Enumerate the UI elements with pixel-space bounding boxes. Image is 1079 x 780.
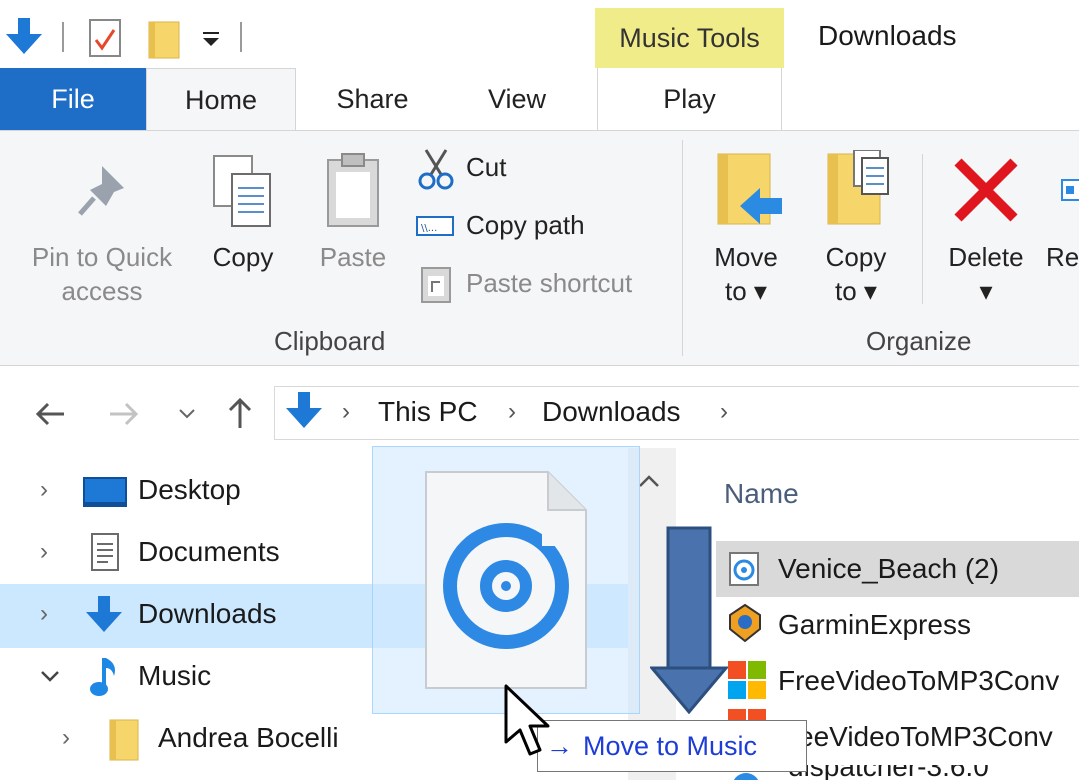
tab-home[interactable]: Home — [146, 68, 296, 132]
expand-chevron-icon[interactable]: › — [40, 600, 48, 628]
tab-file[interactable]: File — [0, 68, 146, 130]
properties-icon[interactable] — [88, 18, 124, 60]
desktop-icon — [83, 477, 127, 507]
file-name: dispatcher-3.6.0 — [788, 765, 989, 780]
copy-to-folder-icon — [827, 150, 889, 225]
customize-dropdown-icon[interactable] — [200, 28, 224, 52]
breadcrumb-downloads[interactable]: Downloads — [542, 396, 681, 428]
nav-item-label: Downloads — [138, 598, 277, 629]
pin-label-line2: access — [61, 276, 143, 306]
paste-button[interactable]: Paste — [310, 150, 396, 280]
music-file-drag-icon — [425, 471, 587, 689]
paste-shortcut-button[interactable]: Paste shortcut — [416, 262, 676, 306]
drag-tooltip-text: Move to Music — [583, 730, 758, 761]
tab-play[interactable]: Play — [597, 68, 782, 130]
drag-tooltip: → Move to Music — [537, 720, 807, 772]
group-label-clipboard: Clipboard — [274, 326, 386, 356]
nav-item-label: Desktop — [138, 474, 241, 505]
up-arrow-icon[interactable] — [222, 394, 258, 432]
file-row[interactable]: FreeVideoToMP3Conv — [716, 653, 1079, 709]
rename-button[interactable]: Re — [1046, 150, 1079, 310]
file-name: FreeVideoToMP3Conv — [778, 665, 1060, 696]
delete-x-icon — [954, 158, 1018, 222]
cut-label: Cut — [466, 152, 507, 182]
download-arrow-icon[interactable] — [4, 18, 44, 58]
windows-app-icon — [728, 661, 766, 699]
breadcrumb-separator-icon[interactable]: › — [508, 398, 516, 426]
tab-view[interactable]: View — [452, 68, 582, 130]
downloads-location-icon — [286, 392, 322, 428]
group-label-organize: Organize — [866, 326, 972, 356]
collapse-chevron-icon[interactable] — [38, 668, 62, 686]
pin-icon — [78, 166, 124, 216]
file-row[interactable]: Venice_Beach (2) — [716, 541, 1079, 597]
nav-item-label: Andrea Bocelli — [158, 722, 339, 753]
copy-button[interactable]: Copy — [200, 150, 286, 280]
expand-chevron-icon[interactable]: › — [40, 538, 48, 566]
file-name: eeVideoToMP3Conv — [798, 721, 1053, 752]
ribbon-group-separator — [682, 140, 683, 356]
nav-item-label: Music — [138, 660, 212, 691]
ribbon-item-separator — [922, 154, 923, 304]
file-row[interactable]: GarminExpress — [716, 597, 1079, 653]
copy-to-label-line2: to ▾ — [835, 276, 877, 306]
column-header-name[interactable]: Name — [724, 478, 799, 510]
copy-icon — [213, 155, 271, 227]
svg-text:\\...: \\... — [421, 223, 437, 234]
back-arrow-icon[interactable] — [32, 396, 68, 432]
move-to-folder-icon — [717, 153, 782, 225]
tab-share[interactable]: Share — [300, 68, 445, 130]
pin-label-line1: Pin to Quick — [31, 242, 173, 272]
forward-arrow-icon[interactable] — [106, 396, 142, 432]
scissors-icon — [418, 149, 454, 190]
rename-icon — [1061, 179, 1079, 201]
file-name: Venice_Beach (2) — [778, 553, 1000, 584]
pin-to-quick-access-button[interactable]: Pin to Quick access — [12, 152, 192, 312]
downloads-icon — [86, 596, 122, 632]
expand-chevron-icon[interactable]: › — [62, 724, 70, 752]
rename-label: Re — [1046, 242, 1079, 272]
new-folder-icon[interactable] — [147, 18, 183, 60]
copy-label: Copy — [212, 242, 274, 272]
paste-shortcut-icon — [421, 267, 451, 303]
cut-button[interactable]: Cut — [416, 146, 656, 190]
copy-path-label: Copy path — [466, 210, 585, 240]
move-to-label-line1: Move — [714, 242, 778, 272]
quick-access-separator — [240, 22, 242, 52]
move-to-button[interactable]: Move to ▾ — [700, 150, 792, 310]
breadcrumb-separator-icon[interactable]: › — [720, 398, 728, 426]
nav-item-label: Documents — [138, 536, 280, 567]
context-tab-music-tools: Music Tools — [595, 8, 784, 68]
paste-shortcut-label: Paste shortcut — [466, 268, 633, 298]
copy-path-button[interactable]: \\... Copy path — [416, 204, 656, 248]
music-file-icon — [729, 552, 759, 586]
delete-dropdown-icon[interactable]: ▾ — [938, 274, 1034, 308]
file-name: GarminExpress — [778, 609, 971, 640]
paste-icon — [327, 153, 379, 227]
copy-to-label-line1: Copy — [825, 242, 887, 272]
mouse-cursor-icon — [504, 684, 550, 756]
music-note-icon — [90, 658, 115, 696]
move-to-label-line2: to ▾ — [725, 276, 767, 306]
recent-locations-chevron-icon[interactable] — [176, 404, 198, 424]
quick-access-separator — [62, 22, 64, 52]
expand-chevron-icon[interactable]: › — [40, 476, 48, 504]
documents-icon — [91, 533, 119, 571]
delete-button[interactable]: Delete ▾ — [938, 150, 1034, 310]
breadcrumb-separator-icon[interactable]: › — [342, 398, 350, 426]
garmin-app-icon — [729, 603, 761, 643]
copy-path-icon: \\... — [416, 216, 454, 236]
breadcrumb-this-pc[interactable]: This PC — [378, 396, 478, 428]
window-title: Downloads — [818, 20, 957, 51]
paste-label: Paste — [319, 242, 387, 272]
callout-down-arrow-icon — [650, 526, 728, 714]
delete-label: Delete — [948, 242, 1024, 272]
folder-icon — [109, 719, 139, 761]
copy-to-button[interactable]: Copy to ▾ — [810, 150, 902, 310]
